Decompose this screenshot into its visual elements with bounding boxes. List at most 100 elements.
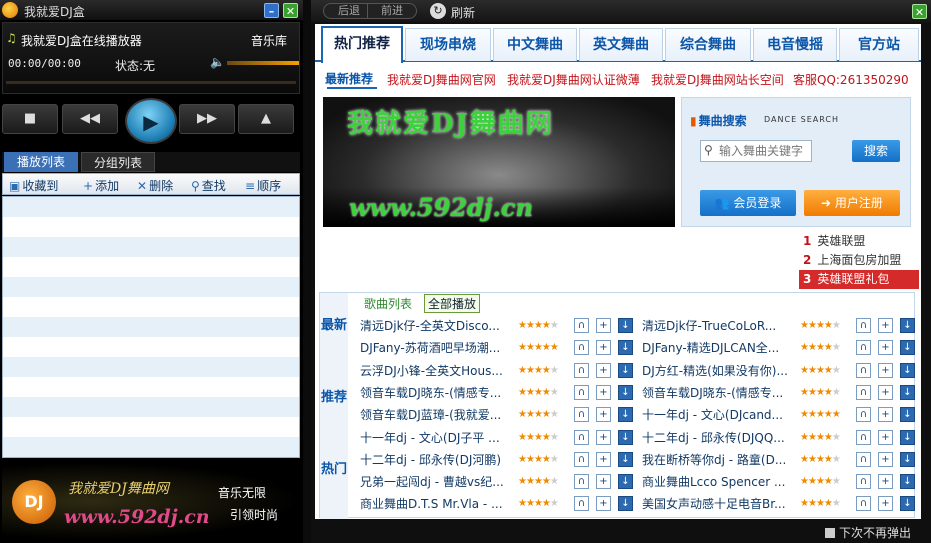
song-title[interactable]: 商业舞曲D.T.S Mr.Vla - ... bbox=[360, 493, 512, 515]
refresh-button[interactable]: 刷新 bbox=[451, 4, 475, 21]
song-row[interactable]: 十一年dj - 文心(DJ子平 ... ★★★★★ ∩ + ↓ bbox=[360, 427, 633, 449]
playlist[interactable] bbox=[2, 196, 300, 458]
song-title[interactable]: 领音车载DJ晓东-(情感专... bbox=[360, 382, 512, 404]
listen-icon[interactable]: ∩ bbox=[856, 384, 871, 400]
download-icon[interactable]: ↓ bbox=[900, 474, 915, 490]
listen-icon[interactable]: ∩ bbox=[574, 318, 589, 333]
listen-icon[interactable]: ∩ bbox=[856, 407, 871, 423]
admin-space-link[interactable]: 我就爱DJ舞曲网站长空间 bbox=[651, 71, 784, 88]
previous-button[interactable]: ◀◀ bbox=[62, 104, 118, 134]
tab-chinese-dance[interactable]: 中文舞曲 bbox=[493, 28, 577, 61]
rank-item[interactable]: 1 英雄联盟 bbox=[799, 232, 919, 251]
song-row[interactable]: 云浮DJ小锋-全英文Hous... ★★★★★ ∩ + ↓ bbox=[360, 360, 633, 382]
song-title[interactable]: 云浮DJ小锋-全英文Hous... bbox=[360, 360, 512, 382]
download-icon[interactable]: ↓ bbox=[618, 340, 633, 356]
tab-electronic-slow[interactable]: 电音慢摇 bbox=[753, 28, 837, 61]
brand-banner[interactable]: DJ 我就爱DJ舞曲网 www.592dj.cn 音乐无限 引领时尚 bbox=[2, 462, 300, 540]
weibo-link[interactable]: 我就爱DJ舞曲网认证微薄 bbox=[507, 71, 640, 88]
stop-button[interactable]: ■ bbox=[2, 104, 58, 134]
eject-button[interactable]: ▲ bbox=[238, 104, 294, 134]
song-row[interactable]: 兄弟一起闯dj - 曹越vs纪... ★★★★★ ∩ + ↓ bbox=[360, 471, 633, 493]
listen-icon[interactable]: ∩ bbox=[574, 474, 589, 490]
song-title[interactable]: 十一年dj - 文心(DJcand... bbox=[642, 404, 794, 426]
listen-icon[interactable]: ∩ bbox=[574, 407, 589, 423]
listen-icon[interactable]: ∩ bbox=[574, 362, 589, 378]
listen-icon[interactable]: ∩ bbox=[856, 318, 871, 333]
download-icon[interactable]: ↓ bbox=[618, 451, 633, 467]
search-button[interactable]: 搜索 bbox=[852, 140, 900, 162]
add-to-list-icon[interactable]: + bbox=[596, 474, 611, 490]
song-row[interactable]: DJ方红-精选(如果没有你)... ★★★★★ ∩ + ↓ bbox=[642, 360, 915, 382]
song-title[interactable]: 我在断桥等你dj - 路童(D... bbox=[642, 449, 794, 471]
download-icon[interactable]: ↓ bbox=[618, 362, 633, 378]
delete-button[interactable]: ✕ 删除 bbox=[137, 177, 173, 194]
minimize-button[interactable]: – bbox=[264, 3, 279, 18]
support-qq-link[interactable]: 客服QQ:261350290 bbox=[793, 71, 909, 88]
add-to-list-icon[interactable]: + bbox=[878, 451, 893, 467]
song-row[interactable]: 清远Djk仔-全英文Disco... ★★★★★ ∩ + ↓ bbox=[360, 315, 633, 337]
song-row[interactable]: DJFany-精选DJLCAN全... ★★★★★ ∩ + ↓ bbox=[642, 337, 915, 359]
add-to-list-icon[interactable]: + bbox=[878, 362, 893, 378]
download-icon[interactable]: ↓ bbox=[618, 384, 633, 400]
add-to-list-icon[interactable]: + bbox=[596, 340, 611, 356]
song-row[interactable]: 商业舞曲D.T.S Mr.Vla - ... ★★★★★ ∩ + ↓ bbox=[360, 493, 633, 515]
download-icon[interactable]: ↓ bbox=[618, 318, 633, 333]
add-to-list-icon[interactable]: + bbox=[878, 340, 893, 356]
listen-icon[interactable]: ∩ bbox=[856, 362, 871, 378]
song-title[interactable]: 美国女声动感十足电音Br... bbox=[642, 493, 794, 515]
download-icon[interactable]: ↓ bbox=[900, 362, 915, 378]
forward-button[interactable]: 前进 bbox=[367, 3, 417, 19]
song-title[interactable]: 十一年dj - 文心(DJ子平 ... bbox=[360, 427, 512, 449]
song-title[interactable]: DJ方红-精选(如果没有你)... bbox=[642, 360, 794, 382]
listen-icon[interactable]: ∩ bbox=[856, 429, 871, 445]
tab-live-mix[interactable]: 现场串烧 bbox=[405, 28, 491, 61]
add-to-list-icon[interactable]: + bbox=[596, 496, 611, 512]
listen-icon[interactable]: ∩ bbox=[574, 429, 589, 445]
latest-recommend-label[interactable]: 最新推荐 bbox=[325, 70, 373, 87]
rank-item[interactable]: 3 英雄联盟礼包 bbox=[799, 270, 919, 289]
refresh-icon[interactable]: ↻ bbox=[430, 3, 446, 19]
add-to-list-icon[interactable]: + bbox=[878, 318, 893, 333]
add-to-list-icon[interactable]: + bbox=[878, 407, 893, 423]
download-icon[interactable]: ↓ bbox=[618, 474, 633, 490]
listen-icon[interactable]: ∩ bbox=[574, 496, 589, 512]
side-tab-latest[interactable]: 最新 bbox=[320, 313, 348, 339]
tab-mixed-dance[interactable]: 综合舞曲 bbox=[665, 28, 751, 61]
song-title[interactable]: 清远Djk仔-TrueCoLoR... bbox=[642, 315, 794, 337]
hero-banner[interactable]: 我就爱DJ舞曲网 www.592dj.cn bbox=[323, 97, 675, 227]
song-title[interactable]: 领音车载DJ蓝璋-(我就爱... bbox=[360, 404, 512, 426]
download-icon[interactable]: ↓ bbox=[900, 384, 915, 400]
download-icon[interactable]: ↓ bbox=[900, 451, 915, 467]
close-button[interactable]: ✕ bbox=[283, 3, 298, 18]
listen-icon[interactable]: ∩ bbox=[856, 451, 871, 467]
download-icon[interactable]: ↓ bbox=[618, 429, 633, 445]
download-icon[interactable]: ↓ bbox=[900, 407, 915, 423]
song-title[interactable]: 十二年dj - 邱永传(DJ河鹏) bbox=[360, 449, 512, 471]
volume-icon[interactable]: 🔈 bbox=[210, 55, 225, 69]
download-icon[interactable]: ↓ bbox=[900, 340, 915, 356]
song-title[interactable]: DJFany-苏荷酒吧早场潮... bbox=[360, 337, 512, 359]
tab-official-site[interactable]: 官方站 bbox=[839, 28, 919, 61]
order-button[interactable]: ≡ 顺序 bbox=[245, 177, 281, 194]
download-icon[interactable]: ↓ bbox=[618, 407, 633, 423]
play-all-button[interactable]: 全部播放 bbox=[424, 294, 481, 313]
tab-hot-recommend[interactable]: 热门推荐 bbox=[321, 26, 403, 63]
download-icon[interactable]: ↓ bbox=[618, 496, 633, 512]
download-icon[interactable]: ↓ bbox=[900, 429, 915, 445]
listen-icon[interactable]: ∩ bbox=[856, 340, 871, 356]
find-button[interactable]: ⚲ 查找 bbox=[191, 177, 226, 194]
register-button[interactable]: ➜ 用户注册 bbox=[804, 190, 900, 216]
search-input[interactable]: 输入舞曲关键字 bbox=[700, 140, 812, 162]
progress-bar[interactable] bbox=[6, 81, 296, 84]
add-to-list-icon[interactable]: + bbox=[596, 429, 611, 445]
song-title[interactable]: 兄弟一起闯dj - 曹越vs纪... bbox=[360, 471, 512, 493]
add-to-list-icon[interactable]: + bbox=[878, 474, 893, 490]
add-to-list-icon[interactable]: + bbox=[596, 318, 611, 333]
music-library-link[interactable]: 音乐库 bbox=[251, 32, 287, 49]
tab-playlist[interactable]: 播放列表 bbox=[4, 152, 78, 172]
listen-icon[interactable]: ∩ bbox=[574, 340, 589, 356]
download-icon[interactable]: ↓ bbox=[900, 318, 915, 333]
song-title[interactable]: DJFany-精选DJLCAN全... bbox=[642, 337, 794, 359]
add-to-list-icon[interactable]: + bbox=[596, 384, 611, 400]
song-row[interactable]: 领音车载DJ蓝璋-(我就爱... ★★★★★ ∩ + ↓ bbox=[360, 404, 633, 426]
